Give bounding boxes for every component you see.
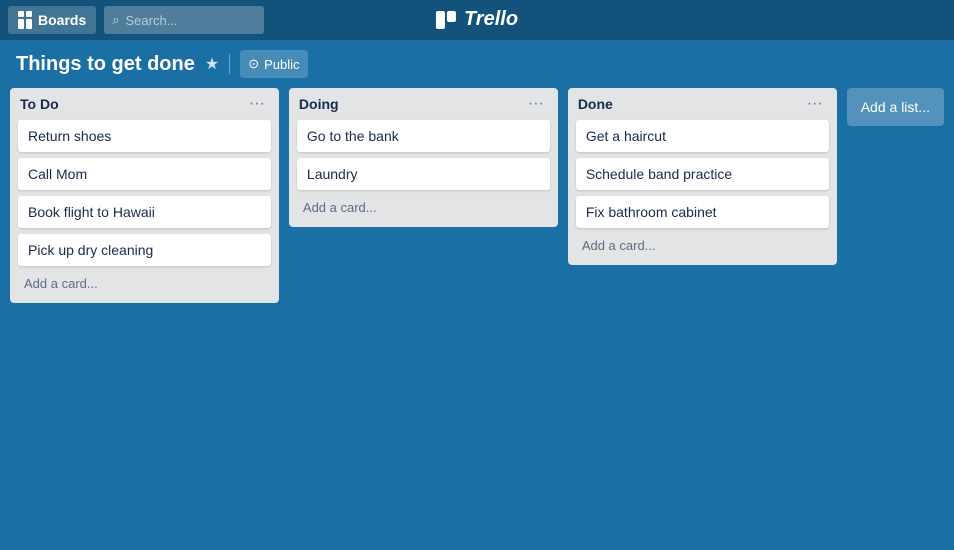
list-menu-button-todo[interactable]: ···	[245, 96, 269, 112]
list-title-todo: To Do	[20, 96, 59, 112]
list-menu-button-doing[interactable]: ···	[524, 96, 548, 112]
logo-text: Trello	[464, 8, 518, 31]
search-bar[interactable]: ⌕	[104, 6, 264, 34]
card-done-1[interactable]: Schedule band practice	[576, 158, 829, 190]
card-todo-0[interactable]: Return shoes	[18, 120, 271, 152]
card-doing-1[interactable]: Laundry	[297, 158, 550, 190]
star-icon[interactable]: ★	[205, 54, 219, 74]
list-header-done: Done ···	[576, 96, 829, 112]
logo: Trello	[436, 8, 518, 31]
card-doing-0[interactable]: Go to the bank	[297, 120, 550, 152]
list-menu-button-done[interactable]: ···	[803, 96, 827, 112]
search-icon: ⌕	[112, 12, 119, 28]
search-input[interactable]	[126, 13, 246, 28]
topnav: Boards ⌕ Trello	[0, 0, 954, 40]
list-header-doing: Doing ···	[297, 96, 550, 112]
boards-button[interactable]: Boards	[8, 6, 96, 34]
list-title-done: Done	[578, 96, 613, 112]
list-done: Done ··· Get a haircut Schedule band practi…	[568, 88, 837, 265]
lists-area: To Do ··· Return shoes Call Mom Book flight …	[0, 88, 954, 303]
list-todo: To Do ··· Return shoes Call Mom Book flight …	[10, 88, 279, 303]
list-title-doing: Doing	[299, 96, 339, 112]
list-header-todo: To Do ···	[18, 96, 271, 112]
card-todo-3[interactable]: Pick up dry cleaning	[18, 234, 271, 266]
add-card-button-done[interactable]: Add a card...	[576, 234, 829, 257]
trello-logo-icon	[436, 11, 458, 29]
card-done-2[interactable]: Fix bathroom cabinet	[576, 196, 829, 228]
list-doing: Doing ··· Go to the bank Laundry Add a card.…	[289, 88, 558, 227]
card-done-0[interactable]: Get a haircut	[576, 120, 829, 152]
board-header: Things to get done ★ ⊙ Public	[0, 40, 954, 88]
boards-label: Boards	[38, 12, 86, 28]
boards-icon	[18, 11, 32, 29]
card-todo-1[interactable]: Call Mom	[18, 158, 271, 190]
globe-icon: ⊙	[248, 56, 259, 72]
add-card-button-doing[interactable]: Add a card...	[297, 196, 550, 219]
board-title: Things to get done	[16, 53, 195, 76]
header-divider	[229, 54, 230, 74]
visibility-label: Public	[264, 57, 299, 72]
visibility-button[interactable]: ⊙ Public	[240, 50, 307, 78]
card-todo-2[interactable]: Book flight to Hawaii	[18, 196, 271, 228]
add-card-button-todo[interactable]: Add a card...	[18, 272, 271, 295]
add-list-button[interactable]: Add a list...	[847, 88, 944, 126]
